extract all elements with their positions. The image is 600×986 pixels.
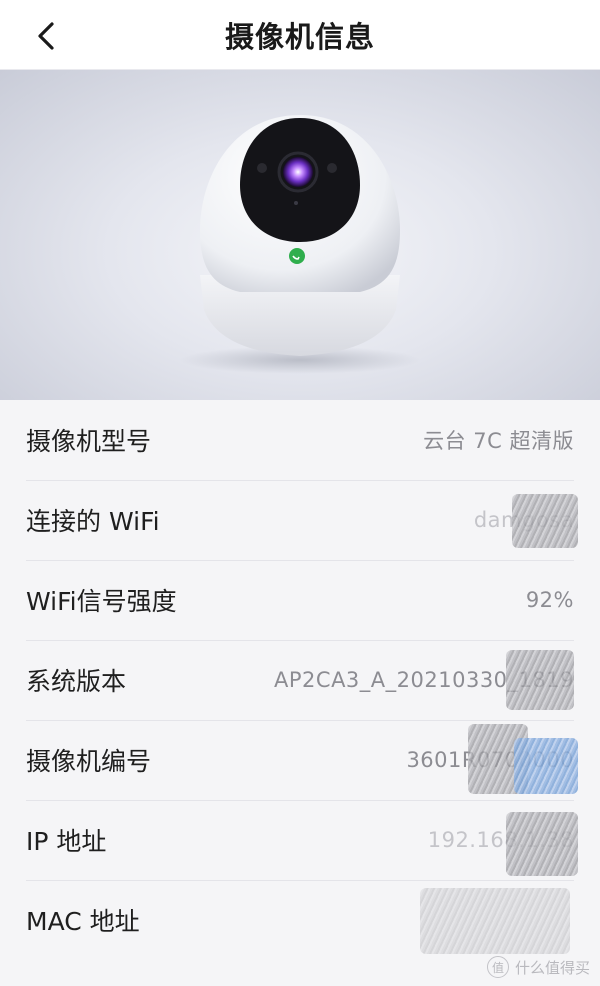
camera-product-image (0, 70, 600, 400)
redaction-scribble (420, 888, 570, 954)
info-label: MAC 地址 (26, 907, 140, 936)
info-row-model[interactable]: 摄像机型号 云台 7C 超清版 (0, 400, 600, 480)
redaction-scribble (514, 738, 578, 794)
info-row-mac[interactable]: MAC 地址 (0, 880, 600, 960)
info-label: 系统版本 (26, 667, 127, 696)
info-label: IP 地址 (26, 827, 107, 856)
info-row-signal[interactable]: WiFi信号强度 92% (0, 560, 600, 640)
info-label: 摄像机型号 (26, 427, 152, 456)
info-value: 92% (525, 588, 574, 612)
redaction-scribble (506, 650, 574, 710)
watermark-text: 什么值得买 (514, 958, 590, 977)
info-label: 摄像机编号 (26, 747, 152, 776)
info-label: WiFi信号强度 (26, 587, 177, 616)
watermark-badge: 值 (486, 956, 509, 978)
page-title: 摄像机信息 (224, 20, 375, 54)
info-row-ip[interactable]: IP 地址 192.168.1.38 (0, 800, 600, 880)
redaction-scribble (506, 812, 578, 876)
info-row-serial[interactable]: 摄像机编号 3601R0700000 (0, 720, 600, 800)
info-value: 云台 7C 超清版 (423, 429, 574, 453)
info-label: 连接的 WiFi (26, 507, 160, 536)
redaction-scribble (512, 494, 578, 548)
info-row-firmware[interactable]: 系统版本 AP2CA3_A_20210330_1819 (0, 640, 600, 720)
camera-info-list: 摄像机型号 云台 7C 超清版 连接的 WiFi damgosa WiFi信号强… (0, 400, 600, 960)
info-row-wifi[interactable]: 连接的 WiFi damgosa (0, 480, 600, 560)
site-watermark: 值 什么值得买 (486, 956, 590, 978)
app-header: 摄像机信息 (0, 0, 600, 70)
